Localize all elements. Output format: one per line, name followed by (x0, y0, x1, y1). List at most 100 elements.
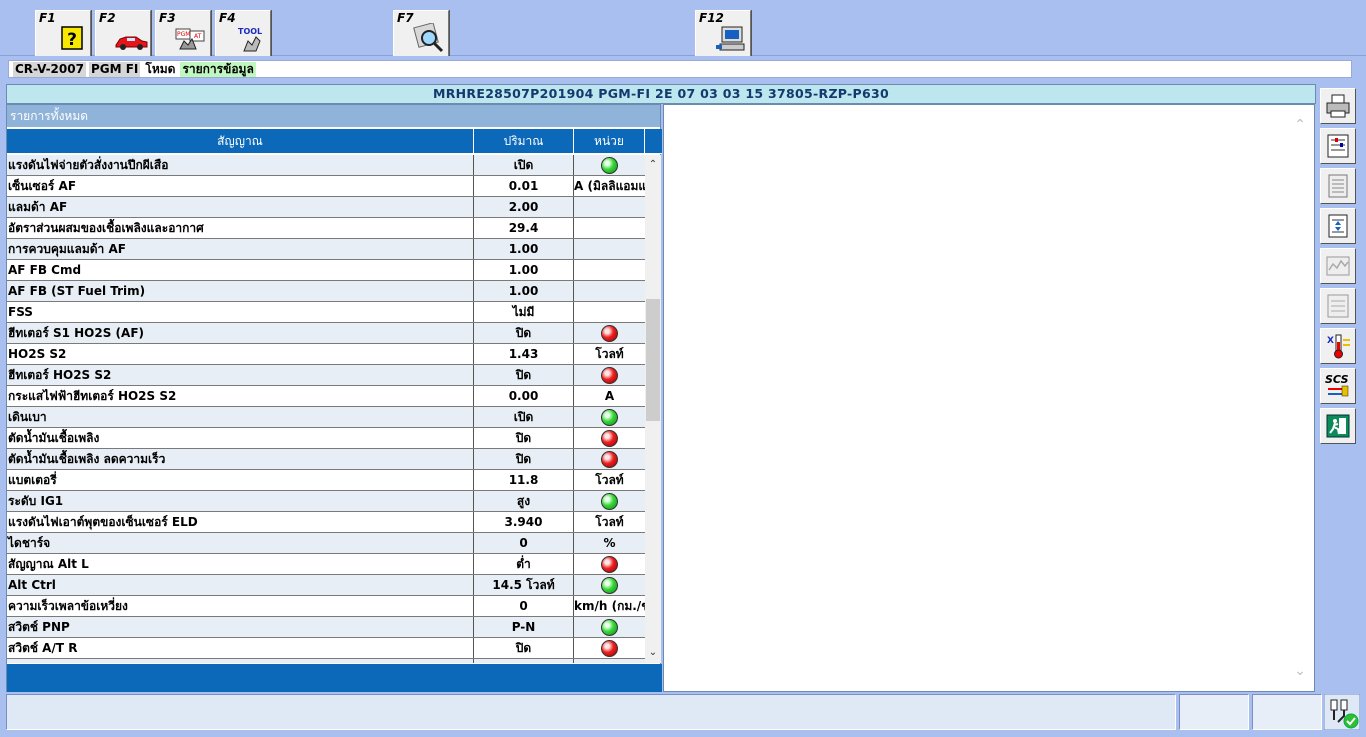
svg-text:X: X (1327, 336, 1334, 346)
column-header-spacer (645, 129, 662, 154)
signal-unit (574, 218, 645, 238)
table-row[interactable]: แบตเตอรี่ 11.8 โวลท์ (7, 470, 645, 491)
table-row[interactable]: อัตราส่วนผสมของเชื้อเพลิงและอากาศ 29.4 (7, 218, 645, 239)
svg-text:PGM: PGM (177, 31, 190, 38)
signal-value: 3.940 (474, 512, 574, 532)
signal-unit (574, 659, 645, 663)
data-table-body: แรงดันไฟจ่ายตัวสั่งงานปีกผีเสือ เปิด เซ็นเ… (7, 155, 645, 663)
signal-unit (574, 302, 645, 322)
table-row[interactable]: AF FB (ST Fuel Trim) 1.00 (7, 281, 645, 302)
status-bar (6, 694, 1360, 732)
signal-name: สัญญาณ Alt L (7, 554, 474, 574)
signal-value: 1.00 (474, 260, 574, 280)
signal-unit (574, 323, 645, 343)
signal-unit (574, 554, 645, 574)
table-row[interactable]: เซ็นเซอร์ AF0.01A (มิลลิแอมแปร์) (7, 176, 645, 197)
right-scroll-down-icon[interactable]: ⌄ (1294, 663, 1306, 679)
table-row[interactable]: สวิตช์ A/T R ปิด (7, 638, 645, 659)
signal-value: ต่ำ (474, 554, 574, 574)
scrollbar-thumb[interactable] (646, 299, 660, 421)
document-button[interactable] (1320, 168, 1356, 204)
signal-value: เปิด (474, 155, 574, 175)
table-row[interactable]: กระแสไฟฟ้าฮีทเตอร์ HO2S S2 0.00 A (7, 386, 645, 407)
print-button[interactable] (1320, 88, 1356, 124)
signal-unit (574, 638, 645, 658)
signal-unit (574, 428, 645, 448)
signal-name: HO2S S2 (7, 344, 474, 364)
signal-value: 1.00 (474, 239, 574, 259)
temperature-button[interactable]: X (1320, 328, 1356, 364)
signal-value: ไม่มี (474, 302, 574, 322)
signal-name: สวิตช์ PNP (7, 617, 474, 637)
scroll-up-icon[interactable]: ⌃ (645, 157, 661, 173)
signal-name: AF FB Cmd (7, 260, 474, 280)
table-row[interactable]: สัญญาณ Alt L ต่ำ (7, 554, 645, 575)
scroll-down-icon[interactable]: ⌄ (645, 645, 661, 661)
table-row[interactable]: AF FB Cmd 1.00 (7, 260, 645, 281)
table-row[interactable]: แรงดันไฟจ่ายตัวสั่งงานปีกผีเสือ เปิด (7, 155, 645, 176)
scs-button[interactable]: SCS (1320, 368, 1356, 404)
f4-tool-button[interactable]: F4 TOOL (215, 10, 271, 56)
right-scroll-up-icon[interactable]: ⌃ (1294, 117, 1306, 133)
status-led-green-icon (601, 157, 618, 174)
table-row[interactable]: ระดับ IG1 สูง (7, 491, 645, 512)
status-segment-2 (1179, 694, 1249, 730)
table-row[interactable]: ไดชาร์จ 0% (7, 533, 645, 554)
table-scrollbar[interactable]: ⌃ ⌄ (645, 155, 661, 663)
table-header: สัญญาณ ปริมาณ หน่วย (7, 129, 662, 154)
signal-name: ไดชาร์จ (7, 533, 474, 553)
signal-unit (574, 407, 645, 427)
table-row[interactable]: เดินเบา เปิด (7, 407, 645, 428)
column-header-signal[interactable]: สัญญาณ (7, 129, 474, 154)
table-row[interactable]: ตัดน้ำมันเชื้อเพลิง ลดความเร็ว ปิด (7, 449, 645, 470)
breadcrumb-system: PGM FI (88, 61, 141, 77)
document-icon (1328, 174, 1348, 198)
status-led-red-icon (601, 430, 618, 447)
table-row[interactable]: แรงดันไฟเอาต์พุตของเซ็นเซอร์ ELD 3.940 โวล… (7, 512, 645, 533)
exit-button[interactable] (1320, 408, 1356, 444)
table-row[interactable] (7, 659, 645, 663)
f12-computer-button[interactable]: F12 (695, 10, 751, 56)
f7-search-button[interactable]: F7 (393, 10, 449, 56)
table-row[interactable]: FSS ไม่มี (7, 302, 645, 323)
settings-list-icon (1327, 134, 1349, 158)
status-led-green-icon (601, 493, 618, 510)
table-row[interactable]: แลมด้า AF 2.00 (7, 197, 645, 218)
help-icon: ? (61, 26, 83, 50)
signal-name: การควบคุมแลมด้า AF (7, 239, 474, 259)
list-title: รายการทั้งหมด (7, 105, 660, 127)
table-row[interactable]: ฮีทเตอร์ HO2S S2 ปิด (7, 365, 645, 386)
tool-icon: TOOL (238, 27, 262, 52)
graph-button[interactable] (1320, 248, 1356, 284)
signal-value: 1.00 (474, 281, 574, 301)
signal-value: เปิด (474, 407, 574, 427)
scroll-list-button[interactable] (1320, 208, 1356, 244)
temperature-icon: X (1327, 334, 1350, 359)
status-led-green-icon (601, 409, 618, 426)
table-row[interactable]: สวิตช์ PNP P-N (7, 617, 645, 638)
table-row[interactable]: HO2S S2 1.43 โวลท์ (7, 344, 645, 365)
signal-unit: โวลท์ (574, 344, 645, 364)
signal-value: 0 (474, 533, 574, 553)
table-row[interactable]: Alt Ctrl 14.5 โวลท์ (7, 575, 645, 596)
table-row[interactable]: ความเร็วเพลาข้อเหวี่ยง0km/h (กม./ชม.) (7, 596, 645, 617)
f3-pgm-at-button[interactable]: F3 PGM AT (155, 10, 211, 56)
signal-name: ตัดน้ำมันเชื้อเพลิง (7, 428, 474, 448)
table-row[interactable]: การควบคุมแลมด้า AF 1.00 (7, 239, 645, 260)
f1-help-button[interactable]: F1 ? (35, 10, 91, 56)
f2-vehicle-button[interactable]: F2 (95, 10, 151, 56)
signal-value: ปิด (474, 449, 574, 469)
signal-name: FSS (7, 302, 474, 322)
column-header-unit[interactable]: หน่วย (574, 129, 645, 154)
signal-name: สวิตช์ A/T R (7, 638, 474, 658)
grid-settings-button[interactable] (1320, 288, 1356, 324)
table-row[interactable]: ตัดน้ำมันเชื้อเพลิง ปิด (7, 428, 645, 449)
signal-name: AF FB (ST Fuel Trim) (7, 281, 474, 301)
scs-text: SCS (1325, 373, 1349, 386)
settings-list-button[interactable] (1320, 128, 1356, 164)
column-header-value[interactable]: ปริมาณ (474, 129, 574, 154)
signal-unit (574, 155, 645, 175)
table-row[interactable]: ฮีทเตอร์ S1 HO2S (AF) ปิด (7, 323, 645, 344)
signal-unit: km/h (กม./ชม.) (574, 596, 645, 616)
signal-value: ปิด (474, 365, 574, 385)
